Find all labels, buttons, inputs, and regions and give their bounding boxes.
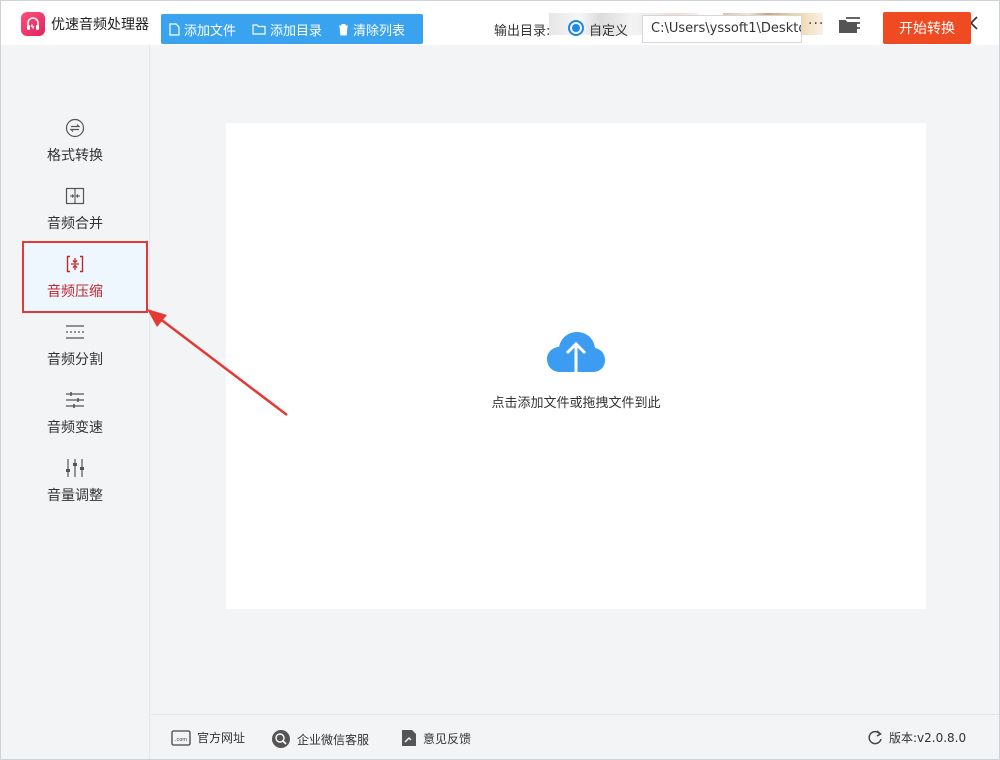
website-label: 官方网址: [197, 731, 246, 745]
custom-dir-radio[interactable]: [568, 20, 584, 36]
clear-list-label: 清除列表: [353, 23, 406, 39]
trash-icon: [339, 23, 349, 35]
more-options-button[interactable]: ···: [808, 16, 824, 32]
file-icon: [169, 22, 180, 36]
cloud-upload-icon: [546, 328, 606, 388]
sidebar-item-volume-adjust[interactable]: 音量调整: [25, 457, 125, 515]
file-drop-zone[interactable]: 点击添加文件或拖拽文件到此: [226, 123, 926, 609]
wechat-service-link[interactable]: 企业微信客服: [271, 729, 369, 749]
sidebar-item-label: 音频变速: [47, 420, 103, 436]
footer-bar: .com 官方网址 企业微信客服 意见反馈 版本:v2.0.8.0: [151, 714, 999, 759]
file-toolbar: 添加文件 添加目录 清除列表: [161, 14, 423, 44]
app-logo-icon: [21, 12, 45, 36]
svg-text:.com: .com: [175, 737, 187, 743]
sidebar-item-label: 格式转换: [47, 148, 103, 164]
add-file-label: 添加文件: [184, 23, 237, 39]
volume-icon: [64, 457, 86, 479]
sidebar-item-audio-split[interactable]: 音频分割: [25, 321, 125, 379]
sidebar-item-audio-compress[interactable]: 音频压缩: [25, 253, 125, 311]
feedback-label: 意见反馈: [423, 731, 472, 746]
compress-icon: [65, 253, 85, 275]
start-convert-button[interactable]: 开始转换: [883, 12, 971, 44]
clear-list-button[interactable]: 清除列表: [330, 14, 413, 44]
add-file-button[interactable]: 添加文件: [161, 14, 244, 44]
split-icon: [65, 321, 85, 343]
add-folder-button[interactable]: 添加目录: [244, 14, 330, 44]
sidebar-item-format-convert[interactable]: 格式转换: [25, 117, 125, 175]
sidebar: 格式转换 音频合并 音频压缩 音频分割 音频变速 音量调整: [1, 45, 150, 759]
sidebar-item-label: 音量调整: [47, 488, 103, 504]
version-label: 版本:v2.0.8.0: [889, 731, 967, 745]
website-icon: .com: [171, 729, 191, 746]
official-website-link[interactable]: .com 官方网址: [171, 729, 245, 746]
wechat-icon: [272, 730, 290, 748]
custom-dir-label[interactable]: 自定义: [589, 20, 628, 39]
speed-icon: [65, 389, 85, 411]
sidebar-item-audio-merge[interactable]: 音频合并: [25, 185, 125, 243]
output-path-field[interactable]: C:\Users\yssoft1\Deskto: [642, 15, 802, 43]
wechat-label: 企业微信客服: [297, 732, 370, 747]
output-dir-label: 输出目录:: [494, 24, 551, 39]
app-window: 优速音频处理器 格式转换 音频合并 音频压缩 音频分割 音频变速 音量调整 添加…: [0, 0, 1000, 760]
feedback-link[interactable]: 意见反馈: [401, 729, 471, 747]
sidebar-item-label: 音频压缩: [47, 284, 103, 300]
feedback-icon: [402, 730, 416, 746]
annotation-arrow-icon: [147, 309, 288, 416]
convert-icon: [65, 117, 85, 139]
merge-icon: [65, 185, 85, 207]
sidebar-item-audio-speed[interactable]: 音频变速: [25, 389, 125, 447]
add-folder-label: 添加目录: [270, 23, 323, 39]
folder-outline-icon: [252, 24, 266, 35]
sidebar-item-label: 音频合并: [47, 216, 103, 232]
refresh-icon: [868, 729, 882, 744]
open-folder-icon[interactable]: [838, 18, 858, 38]
drop-hint-text: 点击添加文件或拖拽文件到此: [491, 396, 661, 411]
output-path-value: C:\Users\yssoft1\Deskto: [651, 21, 802, 36]
app-title: 优速音频处理器: [51, 17, 149, 33]
version-info[interactable]: 版本:v2.0.8.0: [867, 729, 966, 746]
sidebar-item-label: 音频分割: [47, 352, 103, 368]
